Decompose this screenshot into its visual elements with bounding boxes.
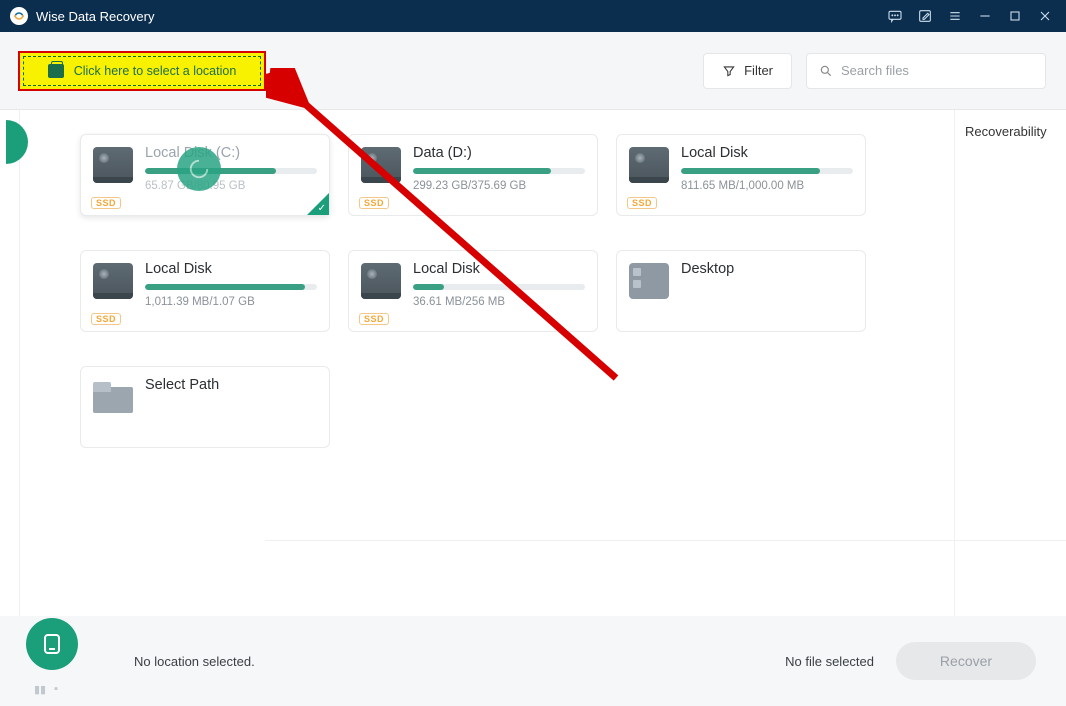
drive-icon <box>629 147 669 183</box>
drive-icon <box>361 263 401 299</box>
drive-card-desk[interactable]: Desktop <box>616 250 866 332</box>
app-title: Wise Data Recovery <box>36 9 154 24</box>
app-logo-icon <box>10 7 28 25</box>
check-icon: ✓ <box>318 203 326 214</box>
filter-label: Filter <box>744 63 773 78</box>
scan-button[interactable] <box>26 618 78 670</box>
device-outline-icon <box>40 632 64 656</box>
drive-card-d[interactable]: Data (D:) 299.23 GB/375.69 GB SSD <box>348 134 598 216</box>
drive-icon <box>629 263 669 299</box>
drive-title: Local Disk <box>413 261 585 277</box>
drive-usage-bar <box>413 284 585 290</box>
drive-card-path[interactable]: Select Path <box>80 366 330 448</box>
drive-title: Select Path <box>145 377 317 393</box>
drive-card-ld2[interactable]: Local Disk 1,011.39 MB/1.07 GB SSD <box>80 250 330 332</box>
maximize-button[interactable] <box>1000 0 1030 32</box>
drive-title: Data (D:) <box>413 145 585 161</box>
ssd-badge: SSD <box>91 197 121 209</box>
drive-card-c[interactable]: Local Disk (C:) 65.87 GB/80.95 GB SSD ✓ <box>80 134 330 216</box>
recoverability-label: Recoverability <box>965 124 1056 139</box>
panel-divider <box>265 540 1066 541</box>
stop-icon[interactable]: ▪ <box>54 683 58 696</box>
filter-button[interactable]: Filter <box>703 53 792 89</box>
menu-button[interactable] <box>940 0 970 32</box>
file-status: No file selected <box>785 654 874 669</box>
device-icon <box>48 64 64 78</box>
close-button[interactable] <box>1030 0 1060 32</box>
ssd-badge: SSD <box>627 197 657 209</box>
drive-icon <box>93 379 133 415</box>
drive-usage-bar <box>413 168 585 174</box>
search-icon <box>819 64 833 78</box>
ssd-badge: SSD <box>91 313 121 325</box>
drive-size: 36.61 MB/256 MB <box>413 296 585 308</box>
drive-card-ld1[interactable]: Local Disk 811.65 MB/1,000.00 MB SSD <box>616 134 866 216</box>
drive-title: Local Disk (C:) <box>145 145 317 161</box>
location-status: No location selected. <box>134 654 255 669</box>
left-gutter <box>0 110 20 616</box>
drive-usage-bar <box>145 168 317 174</box>
drive-title: Local Disk <box>681 145 853 161</box>
search-input[interactable] <box>841 63 1033 78</box>
drive-size: 65.87 GB/80.95 GB <box>145 180 317 192</box>
drive-title: Local Disk <box>145 261 317 277</box>
pause-icon[interactable]: ▮▮ <box>34 683 46 696</box>
drive-card-ld3[interactable]: Local Disk 36.61 MB/256 MB SSD <box>348 250 598 332</box>
title-bar: Wise Data Recovery <box>0 0 1066 32</box>
drive-size: 299.23 GB/375.69 GB <box>413 180 585 192</box>
playback-controls: ▮▮ ▪ <box>34 683 58 696</box>
feedback-button[interactable] <box>880 0 910 32</box>
drive-icon <box>361 147 401 183</box>
select-location-callout[interactable]: Click here to select a location <box>18 51 266 91</box>
footer: ▮▮ ▪ No location selected. No file selec… <box>0 616 1066 706</box>
drive-icon <box>93 147 133 183</box>
recover-button[interactable]: Recover <box>896 642 1036 680</box>
drive-size: 1,011.39 MB/1.07 GB <box>145 296 317 308</box>
filter-icon <box>722 64 736 78</box>
drive-title: Desktop <box>681 261 853 277</box>
ssd-badge: SSD <box>359 197 389 209</box>
toolbar: Click here to select a location Filter <box>0 32 1066 110</box>
ssd-badge: SSD <box>359 313 389 325</box>
drive-usage-bar <box>145 284 317 290</box>
minimize-button[interactable] <box>970 0 1000 32</box>
drive-usage-bar <box>681 168 853 174</box>
busy-spinner <box>177 147 221 191</box>
edit-button[interactable] <box>910 0 940 32</box>
drive-size: 811.65 MB/1,000.00 MB <box>681 180 853 192</box>
search-box[interactable] <box>806 53 1046 89</box>
drive-icon <box>93 263 133 299</box>
callout-label: Click here to select a location <box>74 64 237 78</box>
